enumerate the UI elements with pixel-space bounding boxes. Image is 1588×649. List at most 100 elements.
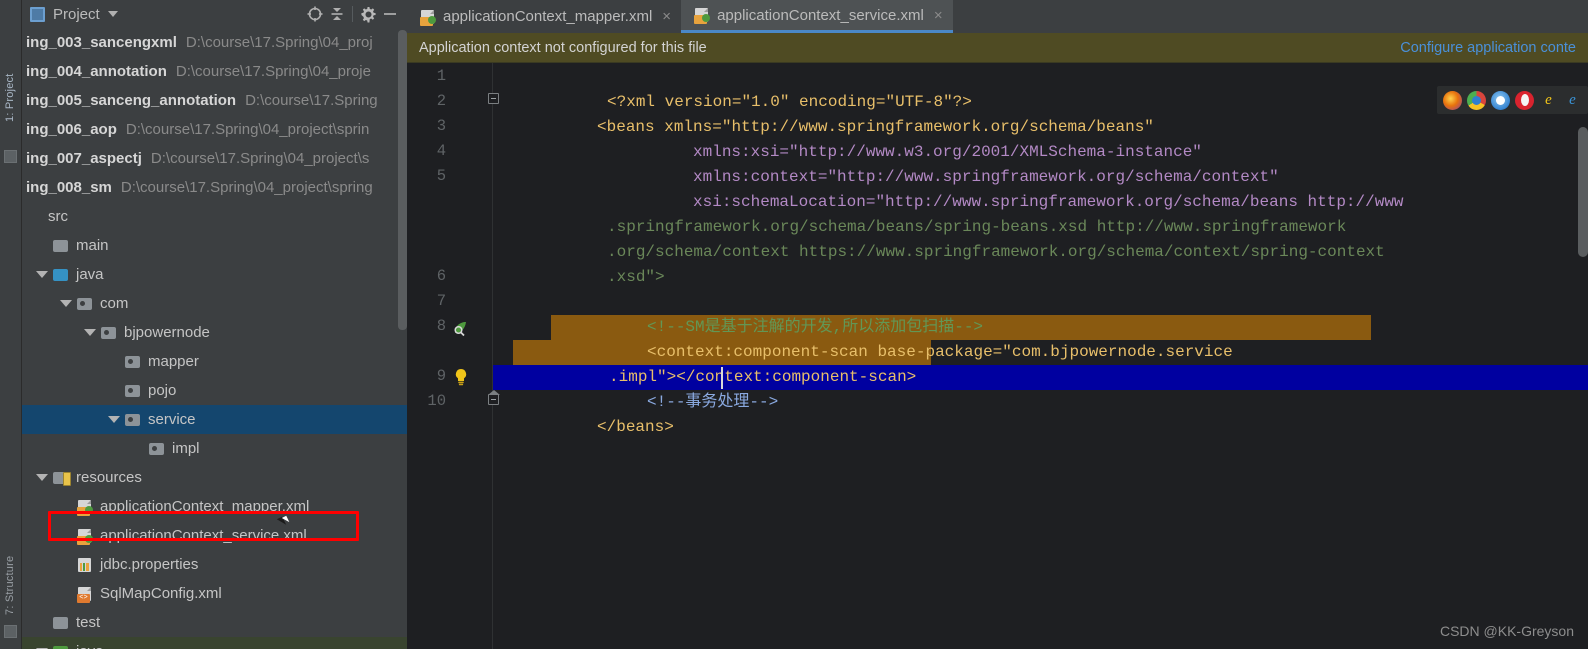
safari-icon[interactable] (1491, 90, 1510, 110)
tool-window-button-project[interactable]: 1: Project (4, 74, 16, 122)
tree-module-row[interactable]: ing_005_sanceng_annotation D:\course\17.… (22, 86, 407, 115)
tree-node-test[interactable]: test (22, 608, 407, 637)
tree-node-label: mapper (148, 353, 199, 370)
line-number: 5 (436, 167, 446, 185)
line-number: 7 (436, 292, 446, 310)
tree-node-service[interactable]: service (22, 405, 407, 434)
tree-node-impl[interactable]: impl (22, 434, 407, 463)
folder-icon (52, 238, 70, 254)
chevron-expanded-icon[interactable] (84, 329, 96, 336)
module-name: ing_005_sanceng_annotation (26, 92, 237, 109)
tool-window-button-structure[interactable]: 7: Structure (4, 556, 16, 615)
tree-node-label: applicationContext_service.xml (100, 527, 307, 544)
editor-gutter[interactable]: 1 2 3 4 5 6 7 8 9 10 (407, 63, 493, 649)
package-icon (100, 325, 118, 341)
tree-module-row[interactable]: ing_008_sm D:\course\17.Spring\04_projec… (22, 173, 407, 202)
tree-node-src[interactable]: src (22, 202, 407, 231)
configure-application-context-link[interactable]: Configure application conte (1400, 40, 1576, 56)
chevron-expanded-icon[interactable] (36, 474, 48, 481)
code-token: </beans> (597, 418, 674, 436)
tree-module-row[interactable]: ing_007_aspectj D:\course\17.Spring\04_p… (22, 144, 407, 173)
tree-node-label: jdbc.properties (100, 556, 199, 573)
tree-node-applicationcontext-mapper-xml[interactable]: applicationContext_mapper.xml (22, 492, 407, 521)
tree-node-pojo[interactable]: pojo (22, 376, 407, 405)
code-editor[interactable]: 1 2 3 4 5 6 7 8 9 10 <?xml version="1.0"… (407, 63, 1588, 649)
tree-node-main[interactable]: main (22, 231, 407, 260)
line-number: 10 (427, 392, 446, 410)
tree-node-label: test (76, 614, 101, 631)
tree-node-label: bjpowernode (124, 324, 210, 341)
tree-module-row[interactable]: ing_004_annotation D:\course\17.Spring\0… (22, 57, 407, 86)
chevron-expanded-icon[interactable] (60, 300, 72, 307)
code-fold-close-icon[interactable] (488, 390, 500, 405)
code-token: .xsd"> (607, 268, 665, 286)
project-panel-title: Project (53, 5, 100, 23)
module-name: ing_006_aop (26, 121, 117, 138)
spring-xml-file-icon (693, 7, 711, 24)
code-text-area[interactable]: <?xml version="1.0" encoding="UTF-8"?> <… (488, 63, 1588, 649)
tree-node-label: main (76, 237, 109, 254)
tree-node-com[interactable]: com (22, 289, 407, 318)
left-tool-strip: 1: Project 7: Structure (0, 0, 22, 649)
tree-module-row[interactable]: ing_006_aop D:\course\17.Spring\04_proje… (22, 115, 407, 144)
tree-node-label: src (48, 208, 68, 225)
package-icon (124, 383, 142, 399)
internet-explorer-icon[interactable]: e (1563, 91, 1582, 110)
tree-node-resources[interactable]: resources (22, 463, 407, 492)
tree-node-label: resources (76, 469, 142, 486)
tab-label: applicationContext_mapper.xml (443, 8, 653, 25)
editor-tab-applicationcontext-service-xml[interactable]: applicationContext_service.xml × (681, 0, 953, 33)
spring-bean-gutter-icon[interactable] (451, 318, 471, 343)
tree-node-jdbc-properties[interactable]: jdbc.properties (22, 550, 407, 579)
module-name: ing_008_sm (26, 179, 112, 196)
tree-node-mapper[interactable]: mapper (22, 347, 407, 376)
line-number: 2 (436, 92, 446, 110)
edge-icon[interactable]: e (1539, 91, 1558, 110)
tool-window-chip-top[interactable] (4, 150, 17, 163)
chevron-expanded-icon[interactable] (36, 271, 48, 278)
chrome-icon[interactable] (1467, 90, 1486, 110)
tree-node-label: java (76, 266, 104, 283)
tree-module-row[interactable]: ing_003_sancengxml D:\course\17.Spring\0… (22, 28, 407, 57)
close-icon[interactable]: × (934, 7, 943, 24)
hide-panel-icon[interactable] (379, 3, 401, 25)
tree-node-java-test[interactable]: java (22, 637, 407, 649)
project-panel-header: Project (22, 0, 407, 28)
chevron-down-icon[interactable] (107, 11, 118, 17)
line-number: 3 (436, 117, 446, 135)
text-caret (721, 367, 723, 389)
module-name: ing_003_sancengxml (26, 34, 177, 51)
editor-area: applicationContext_mapper.xml × applicat… (407, 0, 1588, 649)
editor-tab-applicationcontext-mapper-xml[interactable]: applicationContext_mapper.xml × (407, 0, 682, 33)
locate-in-tree-icon[interactable] (304, 3, 326, 25)
spring-xml-file-icon (76, 528, 94, 545)
line-number: 9 (436, 367, 446, 385)
code-fold-open-icon[interactable] (488, 93, 499, 104)
intention-bulb-icon[interactable] (453, 368, 469, 391)
tree-node-bjpowernode[interactable]: bjpowernode (22, 318, 407, 347)
tree-node-java-main[interactable]: java (22, 260, 407, 289)
tool-window-chip-bottom[interactable] (4, 625, 17, 638)
collapse-all-icon[interactable] (326, 3, 348, 25)
spring-xml-file-icon (419, 9, 436, 26)
gear-icon[interactable] (357, 3, 379, 25)
tree-node-label: service (148, 411, 196, 428)
close-icon[interactable]: × (662, 8, 671, 25)
module-name: ing_007_aspectj (26, 150, 142, 167)
package-icon (124, 354, 142, 370)
spring-xml-file-icon (76, 499, 94, 516)
tree-node-sqlmapconfig-xml[interactable]: <> SqlMapConfig.xml (22, 579, 407, 608)
editor-vertical-scrollbar[interactable] (1578, 127, 1588, 257)
tree-node-applicationcontext-service-xml[interactable]: applicationContext_service.xml (22, 521, 407, 550)
project-panel-scrollbar[interactable] (398, 30, 407, 330)
firefox-icon[interactable] (1443, 90, 1462, 110)
folder-icon (52, 615, 70, 631)
project-view-icon (30, 6, 45, 22)
browser-preview-toolbar: e e (1437, 86, 1588, 114)
line-number: 8 (436, 317, 446, 335)
chevron-expanded-icon[interactable] (108, 416, 120, 423)
project-tool-window: Project ing_003_sancengxml D:\course\17.… (22, 0, 407, 649)
opera-icon[interactable] (1515, 90, 1534, 110)
xml-file-icon: <> (76, 586, 94, 603)
toolbar-divider (352, 6, 353, 22)
